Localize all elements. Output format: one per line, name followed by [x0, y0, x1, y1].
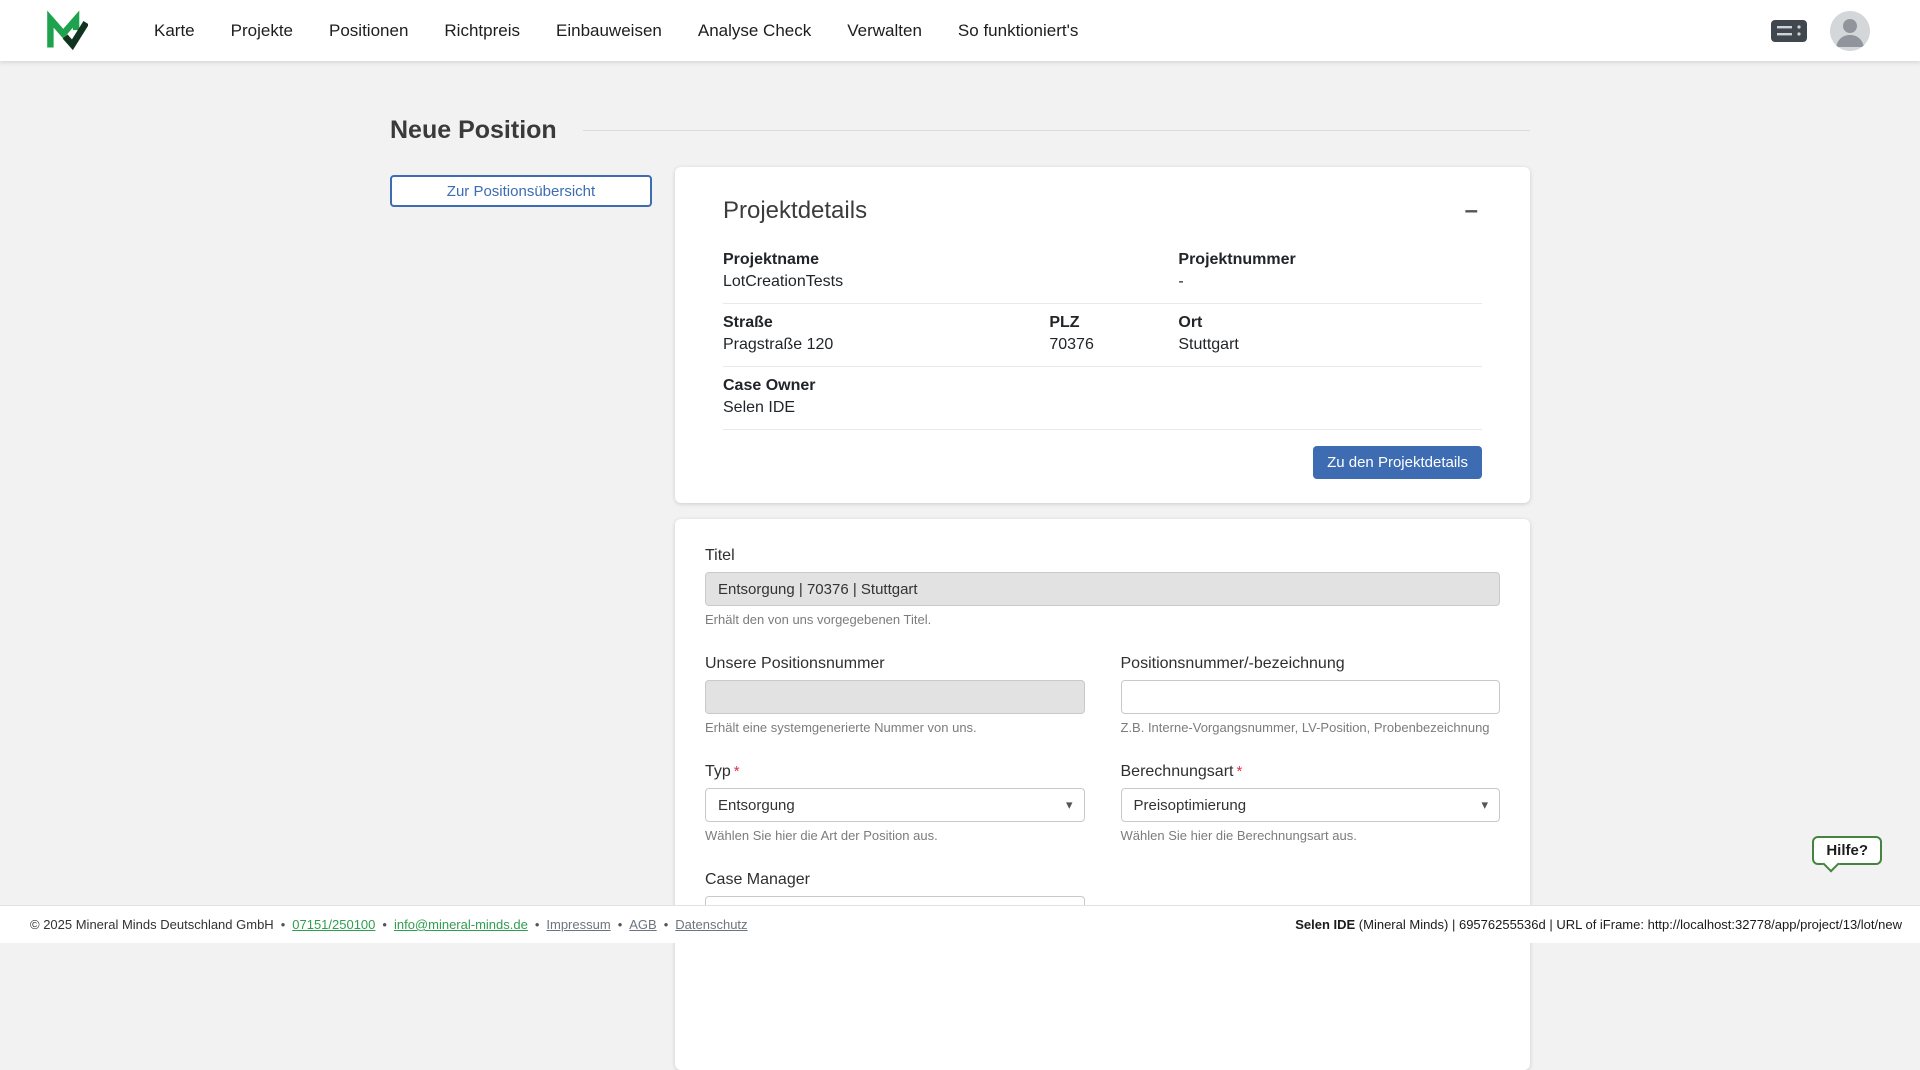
table-row: Straße Pragstraße 120 PLZ 70376 Ort Stut…: [723, 304, 1482, 367]
project-details-title: Projektdetails: [723, 197, 867, 225]
session-info: Selen IDE (Mineral Minds) | 69576255536d…: [1295, 917, 1902, 932]
case-owner-value: Selen IDE: [723, 399, 1168, 417]
user-avatar[interactable]: [1830, 11, 1870, 51]
plz-label: PLZ: [1049, 314, 1168, 332]
separator: •: [382, 917, 387, 932]
case-manager-label: Case Manager: [705, 871, 1085, 889]
nav-item-karte[interactable]: Karte: [136, 0, 213, 61]
table-row: Projektname LotCreationTests Projektnumm…: [723, 241, 1482, 304]
chevron-down-icon: ▾: [1481, 797, 1488, 813]
position-form-card: Titel Erhält den von uns vorgegebenen Ti…: [675, 519, 1530, 1070]
nav-item-positionen[interactable]: Positionen: [311, 0, 426, 61]
separator: •: [535, 917, 540, 932]
agb-link[interactable]: AGB: [629, 917, 656, 932]
typ-select-value: Entsorgung: [718, 797, 795, 814]
nav-menu: Karte Projekte Positionen Richtpreis Ein…: [136, 0, 1096, 61]
help-button[interactable]: Hilfe?: [1812, 836, 1882, 865]
positions-overview-button[interactable]: Zur Positionsübersicht: [390, 175, 652, 207]
required-asterisk: *: [734, 763, 740, 780]
copyright-text: © 2025 Mineral Minds Deutschland GmbH: [30, 917, 274, 932]
left-column: Zur Positionsübersicht: [390, 167, 675, 207]
session-details: (Mineral Minds) | 69576255536d | URL of …: [1355, 917, 1902, 932]
strasse-value: Pragstraße 120: [723, 336, 1039, 354]
projektname-value: LotCreationTests: [723, 273, 1168, 291]
collapse-button[interactable]: –: [1461, 199, 1482, 223]
typ-group: Typ* Entsorgung ▾ Wählen Sie hier die Ar…: [705, 763, 1085, 843]
required-asterisk: *: [1236, 763, 1242, 780]
positionsnummer-help: Z.B. Interne-Vorgangsnummer, LV-Position…: [1121, 720, 1501, 735]
nav-item-verwalten[interactable]: Verwalten: [829, 0, 940, 61]
server-icon[interactable]: [1770, 18, 1808, 44]
plz-value: 70376: [1049, 336, 1168, 354]
project-details-table: Projektname LotCreationTests Projektnumm…: [723, 241, 1482, 430]
berechnungsart-help: Wählen Sie hier die Berechnungsart aus.: [1121, 828, 1501, 843]
positionsnummer-input[interactable]: [1121, 680, 1501, 714]
impressum-link[interactable]: Impressum: [546, 917, 610, 932]
top-nav: Karte Projekte Positionen Richtpreis Ein…: [0, 0, 1920, 61]
title-divider: [583, 130, 1530, 131]
positionsnummer-label: Positionsnummer/-bezeichnung: [1121, 655, 1501, 673]
projektname-label: Projektname: [723, 251, 1168, 269]
to-project-details-button[interactable]: Zu den Projektdetails: [1313, 446, 1482, 479]
unsere-positionsnummer-input[interactable]: [705, 680, 1085, 714]
session-user: Selen IDE: [1295, 917, 1355, 932]
berechnungsart-select[interactable]: Preisoptimierung ▾: [1121, 788, 1501, 822]
ort-label: Ort: [1178, 314, 1472, 332]
person-icon: [1830, 11, 1870, 51]
titel-help: Erhält den von uns vorgegebenen Titel.: [705, 612, 1500, 627]
projektnummer-value: -: [1178, 273, 1472, 291]
typ-label: Typ*: [705, 763, 1085, 781]
separator: •: [281, 917, 286, 932]
berechnungsart-group: Berechnungsart* Preisoptimierung ▾ Wähle…: [1121, 763, 1501, 843]
email-link[interactable]: info@mineral-minds.de: [394, 917, 528, 932]
mineral-minds-logo[interactable]: [44, 9, 88, 53]
phone-link[interactable]: 07151/250100: [292, 917, 375, 932]
typ-select[interactable]: Entsorgung ▾: [705, 788, 1085, 822]
titel-label: Titel: [705, 547, 1500, 565]
strasse-label: Straße: [723, 314, 1039, 332]
chevron-down-icon: ▾: [1066, 797, 1073, 813]
logo-icon: [44, 9, 88, 53]
berechnungsart-label: Berechnungsart*: [1121, 763, 1501, 781]
case-owner-label: Case Owner: [723, 377, 1168, 395]
table-row: Case Owner Selen IDE: [723, 367, 1482, 430]
positionsnummer-group: Positionsnummer/-bezeichnung Z.B. Intern…: [1121, 655, 1501, 735]
berechnungsart-select-value: Preisoptimierung: [1134, 797, 1247, 814]
nav-right: [1770, 11, 1870, 51]
titel-input[interactable]: [705, 572, 1500, 606]
titel-group: Titel Erhält den von uns vorgegebenen Ti…: [705, 547, 1500, 627]
unsere-positionsnummer-help: Erhält eine systemgenerierte Nummer von …: [705, 720, 1085, 735]
project-details-card: Projektdetails – Projektname LotCreation…: [675, 167, 1530, 503]
projektnummer-label: Projektnummer: [1178, 251, 1472, 269]
nav-item-analyse-check[interactable]: Analyse Check: [680, 0, 829, 61]
unsere-positionsnummer-label: Unsere Positionsnummer: [705, 655, 1085, 673]
datenschutz-link[interactable]: Datenschutz: [675, 917, 747, 932]
typ-help: Wählen Sie hier die Art der Position aus…: [705, 828, 1085, 843]
unsere-positionsnummer-group: Unsere Positionsnummer Erhält eine syste…: [705, 655, 1085, 735]
nav-item-richtpreis[interactable]: Richtpreis: [426, 0, 538, 61]
ort-value: Stuttgart: [1178, 336, 1472, 354]
nav-item-projekte[interactable]: Projekte: [213, 0, 311, 61]
page-title: Neue Position: [390, 116, 557, 145]
footer-links: © 2025 Mineral Minds Deutschland GmbH • …: [30, 917, 748, 932]
footer: © 2025 Mineral Minds Deutschland GmbH • …: [0, 905, 1920, 943]
nav-item-so-funktionierts[interactable]: So funktioniert's: [940, 0, 1096, 61]
nav-item-einbauweisen[interactable]: Einbauweisen: [538, 0, 680, 61]
separator: •: [664, 917, 669, 932]
separator: •: [618, 917, 623, 932]
